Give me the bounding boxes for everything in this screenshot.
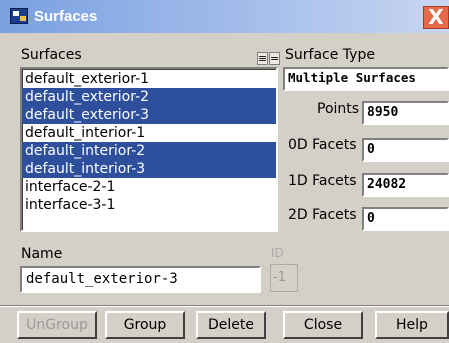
ungroup-button[interactable]: UnGroup	[17, 311, 97, 339]
delete-button[interactable]: Delete	[196, 311, 266, 339]
select-all-icon[interactable]: ≡	[257, 52, 268, 65]
list-item[interactable]: default_exterior-3	[22, 106, 276, 124]
id-label: ID	[271, 246, 284, 260]
surfaces-list[interactable]: default_exterior-1 default_exterior-2 de…	[20, 67, 278, 232]
id-field: -1	[270, 264, 298, 292]
help-button[interactable]: Help	[375, 311, 449, 339]
list-item[interactable]: default_exterior-1	[22, 70, 276, 88]
0d-facets-field: 0	[362, 138, 449, 162]
deselect-all-icon[interactable]: =	[269, 52, 280, 65]
surfaces-dialog: Surfaces X Surfaces ≡ = default_exterior-…	[0, 0, 449, 343]
app-icon	[10, 8, 28, 24]
group-button[interactable]: Group	[105, 311, 185, 339]
list-item[interactable]: interface-3-1	[22, 196, 276, 214]
name-input[interactable]: default_exterior-3	[20, 266, 261, 293]
name-label: Name	[21, 246, 63, 262]
list-tools: ≡ =	[256, 52, 280, 66]
close-button[interactable]: Close	[283, 311, 363, 339]
list-item[interactable]: default_exterior-2	[22, 88, 276, 106]
1d-facets-field: 24082	[362, 173, 449, 197]
list-item[interactable]: interface-2-1	[22, 178, 276, 196]
surfaces-label: Surfaces	[21, 47, 82, 63]
button-separator	[0, 305, 449, 307]
points-label: Points	[317, 101, 360, 117]
list-item[interactable]: default_interior-1	[22, 124, 276, 142]
list-item[interactable]: default_interior-2	[22, 142, 276, 160]
window-title: Surfaces	[34, 8, 98, 25]
title-bar: Surfaces X	[0, 0, 449, 33]
close-icon[interactable]: X	[423, 6, 449, 29]
0d-facets-label: 0D Facets	[288, 137, 357, 153]
surface-type-label: Surface Type	[285, 47, 375, 63]
1d-facets-label: 1D Facets	[288, 173, 357, 189]
list-item[interactable]: default_interior-3	[22, 160, 276, 178]
points-field: 8950	[362, 101, 449, 125]
2d-facets-field: 0	[362, 207, 449, 231]
2d-facets-label: 2D Facets	[288, 207, 357, 223]
surface-type-field: Multiple Surfaces	[283, 67, 449, 91]
